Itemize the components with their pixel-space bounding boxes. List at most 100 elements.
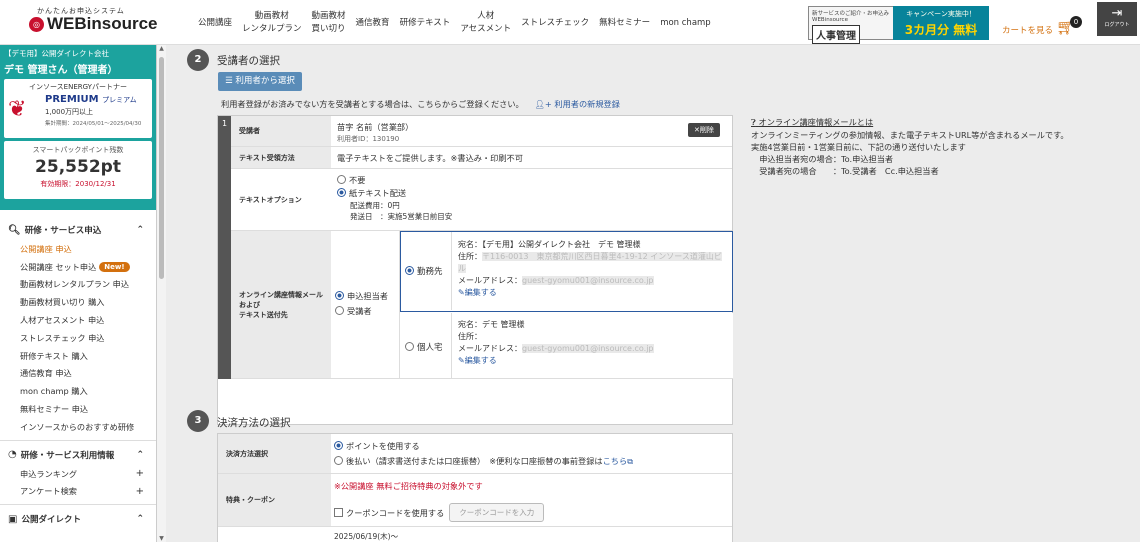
register-link-label: 利用者の新規登録 <box>554 99 620 109</box>
register-new-user-link[interactable]: 👤︎+ 利用者の新規登録 <box>526 99 620 109</box>
edit-home-label: 編集する <box>464 356 497 365</box>
label-coupon: 特典・クーポン <box>218 474 331 527</box>
nav-item-4[interactable]: 研修テキスト <box>395 8 456 38</box>
sidebar: 【デモ用】公開ダイレクト会社 デモ 管理さん（管理者） インソースENERGYパ… <box>0 45 157 542</box>
pay-points-radio[interactable] <box>334 441 343 450</box>
sidebar-link-10[interactable]: インソースからのおすすめ研修 <box>0 418 156 436</box>
main-content: 2 受講者の選択 ☰ 利用者から選択 利用者登録がお済みでない方を受講者とする場… <box>166 45 1140 542</box>
sidebar-link-7[interactable]: 通信教育 申込 <box>0 365 156 383</box>
dest-work-label: 勤務先 <box>417 267 443 277</box>
info-title-link[interactable]: ❓︎ オンライン講座情報メールとは <box>751 116 1121 128</box>
sidebar-link-label: 公開講座 セット申込 <box>20 261 97 272</box>
dest-home-radio[interactable] <box>405 342 414 351</box>
dest-home-box[interactable]: 個人宅 宛名：デモ 管理様 住所： メールアドレス：guest-gyomu001… <box>400 313 733 379</box>
edit-home-link[interactable]: ✎編集する <box>458 355 726 367</box>
sidebar-link-0[interactable]: 公開講座 申込 <box>0 240 156 258</box>
register-note: 利用者登録がお済みでない方を受講者とする場合は、こちらからご登録ください。 👤︎… <box>221 98 620 110</box>
recipient-attendee[interactable]: 受講者 <box>335 304 395 319</box>
pay-note: ※便利な口座振替の事前登録は <box>489 456 603 466</box>
points-value: 25,552pt <box>35 157 121 177</box>
attendee-value: 苗字 名前（営業部） 利用者ID：130190 <box>331 116 732 147</box>
dest-home[interactable]: 個人宅 <box>405 341 443 353</box>
select-user-button[interactable]: ☰ 利用者から選択 <box>218 72 302 91</box>
coupon-check-label: クーポンコードを使用する <box>346 507 445 518</box>
sidebar-link-4[interactable]: 人材アセスメント 申込 <box>0 311 156 329</box>
coupon-input-button[interactable]: クーポンコードを入力 <box>449 503 545 522</box>
recipient-applicant-radio[interactable] <box>335 291 344 300</box>
option-none-radio[interactable] <box>337 175 346 184</box>
recipient-attendee-radio[interactable] <box>335 306 344 315</box>
sidebar-link-label: ストレスチェック 申込 <box>20 332 105 343</box>
sidebar-link-5[interactable]: ストレスチェック 申込 <box>0 329 156 347</box>
delete-attendee-button[interactable]: ✕削除 <box>688 123 720 137</box>
sidebar-link-6[interactable]: 研修テキスト 購入 <box>0 347 156 365</box>
logo[interactable]: ◎ WEBinsource <box>29 14 158 34</box>
points-label: スマートパックポイント残数 <box>32 146 124 154</box>
sidebar-link-2[interactable]: 動画教材レンタルプラン 申込 <box>0 276 156 294</box>
work-mail-row: メールアドレス：guest-gyomu001@insource.co.jp <box>458 275 726 287</box>
step3-title: 決済方法の選択 <box>217 417 291 429</box>
sidebar-section-apply[interactable]: 🔍︎ 研修・サービス申込 ⌃ <box>0 220 156 240</box>
plus-icon: + <box>135 485 144 497</box>
chevron-up-icon: ⌃ <box>136 225 144 235</box>
shipping-fee: 配送費用：0円 <box>350 201 400 210</box>
user-name: デモ 管理さん（管理者） <box>4 65 118 76</box>
points-expiry: 有効期限：2030/12/31 <box>40 180 116 188</box>
pay-points[interactable]: ポイントを使用する <box>334 439 729 454</box>
sidebar-section-usage[interactable]: ◔ 研修・サービス利用情報 ⌃ <box>0 445 156 465</box>
sidebar-link-label: 人材アセスメント 申込 <box>20 315 105 326</box>
option-none[interactable]: 不要 <box>337 174 726 187</box>
nav-item-5[interactable]: 人材 アセスメント <box>455 8 516 38</box>
partner-rank: PREMIUM プレミアム <box>45 94 149 105</box>
coupon-checkbox[interactable] <box>334 508 343 517</box>
nav-item-6[interactable]: ストレスチェック <box>516 8 594 38</box>
cart-link[interactable]: カートを見る <box>1002 24 1053 36</box>
dest-work-radio[interactable] <box>405 266 414 275</box>
recipient-applicant[interactable]: 申込担当者 <box>335 289 395 304</box>
partner-card: インソースENERGYパートナー ❦ PREMIUM プレミアム 1,000万円… <box>4 79 152 138</box>
sidebar-section-direct[interactable]: ▣ 公開ダイレクト ⌃ <box>0 509 156 529</box>
work-mail-label: メールアドレス： <box>458 276 522 285</box>
sidebar-link-3[interactable]: 動画教材買い切り 購入 <box>0 293 156 311</box>
attendee-id: 利用者ID：130190 <box>337 135 400 143</box>
logout-button[interactable]: ⇥ ログアウト <box>1097 2 1137 36</box>
nav-item-2[interactable]: 動画教材 買い切り <box>307 8 351 38</box>
pay-note-link[interactable]: こちら⧉ <box>603 456 633 466</box>
pay-later[interactable]: 後払い（請求書送付または口座振替） ※便利な口座振替の事前登録はこちら⧉ <box>334 454 729 469</box>
points-card: スマートパックポイント残数 25,552pt 有効期限：2030/12/31 <box>4 141 152 199</box>
scroll-up-icon[interactable]: ▲ <box>157 45 166 52</box>
dest-work-box[interactable]: 勤務先 宛名：【デモ用】公開ダイレクト会社 デモ 管理様 住所：〒116-001… <box>400 231 733 312</box>
sidebar-scrollbar[interactable]: ▲ ▼ <box>157 45 166 542</box>
nav-item-0[interactable]: 公開講座 <box>193 8 237 38</box>
sidebar-usage-link-0[interactable]: 申込ランキング + <box>0 465 156 483</box>
option-paper[interactable]: 紙テキスト配送 <box>337 187 726 200</box>
partner-period: 集計期間：2024/05/01〜2025/04/30 <box>45 121 142 127</box>
nav-item-3[interactable]: 通信教育 <box>351 8 395 38</box>
maple-leaf-icon: ❦ <box>8 97 27 122</box>
sidebar-link-label: 動画教材買い切り 購入 <box>20 297 105 308</box>
nav-item-7[interactable]: 無料セミナー <box>594 8 655 38</box>
home-address-label: 住所： <box>458 332 482 341</box>
external-link-icon: ⧉ <box>627 456 634 466</box>
sidebar-link-9[interactable]: 無料セミナー 申込 <box>0 400 156 418</box>
sidebar-usage-link-1[interactable]: アンケート検索 + <box>0 483 156 501</box>
sidebar-link-8[interactable]: mon champ 購入 <box>0 382 156 400</box>
logout-icon: ⇥ <box>1111 6 1123 21</box>
nav-item-8[interactable]: mon champ <box>655 8 716 38</box>
coupon-warning: ※公開講座 無料ご招待特典の対象外です <box>334 481 483 491</box>
sidebar-scroll-thumb[interactable] <box>159 57 164 279</box>
pay-later-radio[interactable] <box>334 456 343 465</box>
nav-item-1[interactable]: 動画教材 レンタルプラン <box>237 8 307 38</box>
option-paper-radio[interactable] <box>337 188 346 197</box>
scroll-down-icon[interactable]: ▼ <box>157 535 166 542</box>
date-row: 2025/06/19(木)〜 <box>331 527 732 542</box>
hr-banner[interactable]: 新サービスのご紹介・お申込み WEBinsource 人事管理 <box>808 6 903 44</box>
dest-work[interactable]: 勤務先 <box>405 265 443 277</box>
coupon-row: クーポンコードを使用する クーポンコードを入力 <box>334 503 729 522</box>
pie-chart-icon: ◔ <box>8 449 17 461</box>
sidebar-link-1[interactable]: 公開講座 セット申込 New! <box>0 258 156 276</box>
edit-work-link[interactable]: ✎編集する <box>458 287 726 299</box>
partner-rank-en: PREMIUM <box>45 94 99 105</box>
text-option-value: 不要 紙テキスト配送 配送費用：0円 発送日 ：実施5営業日前目安 <box>331 169 732 231</box>
campaign-banner[interactable]: キャンペーン実施中！ 3カ月分 無料 <box>893 6 989 40</box>
